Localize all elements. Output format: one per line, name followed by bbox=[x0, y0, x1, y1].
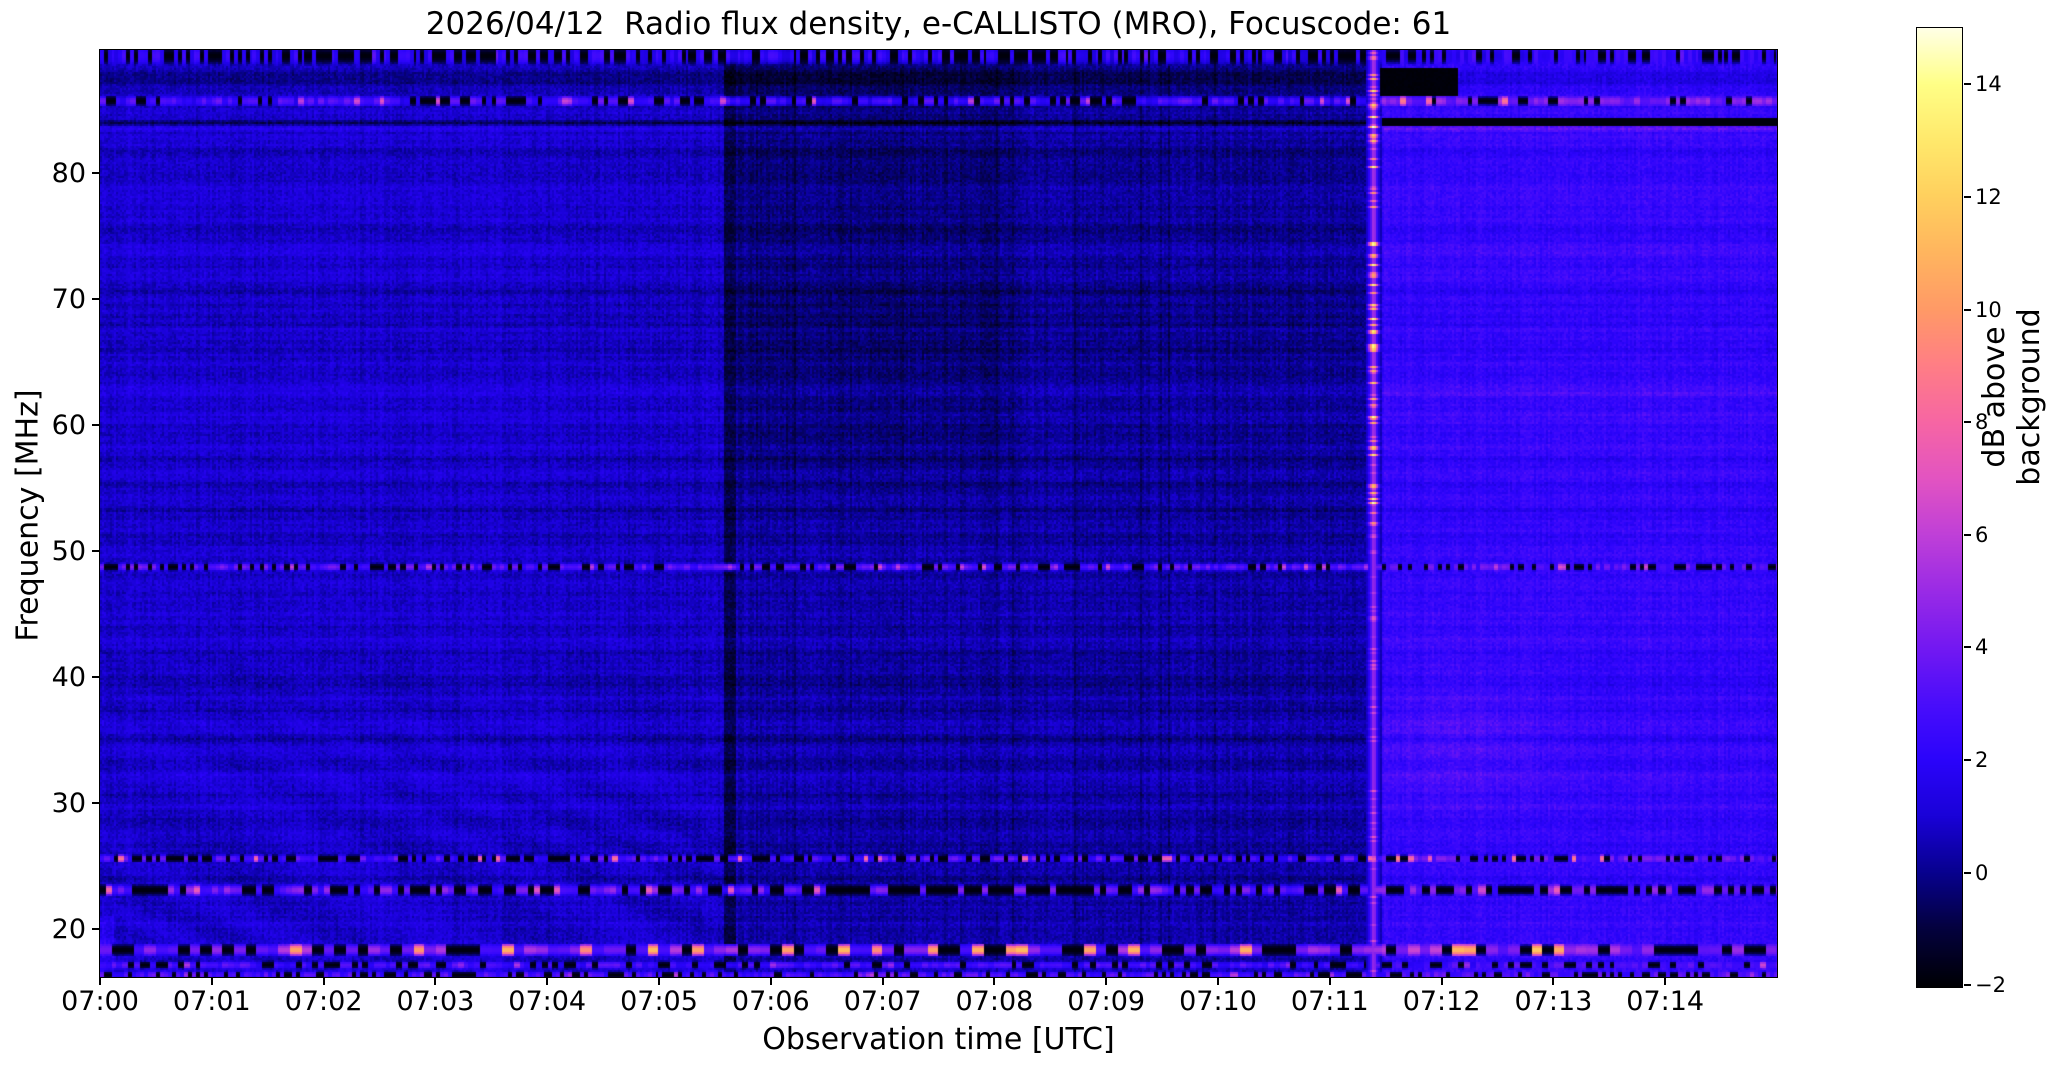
spectrogram-image bbox=[100, 50, 1777, 977]
spectrogram-figure: 2026/04/12 Radio flux density, e-CALLIST… bbox=[0, 0, 2047, 1067]
colorbar-tick-mark bbox=[1964, 83, 1971, 86]
y-tick-label: 30 bbox=[51, 788, 86, 820]
x-tick-label: 07:08 bbox=[955, 986, 1034, 1017]
x-tick-label: 07:01 bbox=[172, 986, 251, 1017]
y-tick-mark bbox=[92, 676, 99, 679]
colorbar-tick-mark bbox=[1964, 759, 1971, 762]
colorbar-tick-mark bbox=[1964, 984, 1971, 987]
x-tick-mark bbox=[434, 978, 437, 985]
y-axis-label: Frequency [MHz] bbox=[10, 389, 46, 642]
y-tick-label: 20 bbox=[51, 914, 86, 946]
x-tick-label: 07:12 bbox=[1402, 986, 1481, 1017]
y-tick-mark bbox=[92, 802, 99, 805]
colorbar-tick-label: 12 bbox=[1975, 184, 2002, 209]
y-tick-label: 40 bbox=[51, 662, 86, 694]
x-tick-label: 07:06 bbox=[731, 986, 810, 1017]
y-tick-label: 60 bbox=[51, 410, 86, 442]
y-tick-label: 80 bbox=[51, 158, 86, 190]
y-tick-mark bbox=[92, 298, 99, 301]
colorbar-tick-mark bbox=[1964, 646, 1971, 649]
y-tick-mark bbox=[92, 550, 99, 553]
y-tick-mark bbox=[92, 424, 99, 427]
x-tick-label: 07:05 bbox=[620, 986, 698, 1017]
colorbar-tick-label: −2 bbox=[1975, 973, 2006, 998]
x-tick-mark bbox=[769, 978, 772, 985]
y-tick-mark bbox=[92, 928, 99, 931]
x-tick-label: 07:02 bbox=[284, 986, 363, 1017]
x-tick-mark bbox=[99, 978, 101, 985]
plot-area bbox=[99, 49, 1778, 978]
x-tick-mark bbox=[322, 978, 325, 985]
x-tick-label: 07:11 bbox=[1290, 986, 1369, 1017]
colorbar-tick-mark bbox=[1964, 871, 1971, 874]
colorbar-label: dB above background bbox=[1977, 308, 2047, 486]
x-tick-mark bbox=[658, 978, 660, 985]
x-tick-label: 07:09 bbox=[1067, 986, 1146, 1017]
colorbar-tick-mark bbox=[1964, 421, 1971, 424]
x-tick-label: 07:03 bbox=[396, 986, 475, 1017]
colorbar bbox=[1916, 27, 1963, 988]
x-axis-label: Observation time [UTC] bbox=[762, 1022, 1115, 1057]
colorbar-tick-label: 14 bbox=[1975, 72, 2002, 97]
colorbar-gradient bbox=[1917, 28, 1962, 987]
x-tick-label: 07:07 bbox=[843, 986, 922, 1017]
x-tick-label: 07:14 bbox=[1626, 986, 1705, 1017]
colorbar-tick-label: 4 bbox=[1975, 635, 1989, 660]
x-tick-mark bbox=[993, 978, 996, 985]
x-tick-mark bbox=[881, 978, 884, 985]
x-tick-label: 07:00 bbox=[61, 986, 139, 1017]
colorbar-tick-mark bbox=[1964, 308, 1971, 311]
x-tick-mark bbox=[546, 978, 549, 985]
x-tick-label: 07:10 bbox=[1179, 986, 1257, 1017]
x-tick-label: 07:13 bbox=[1514, 986, 1593, 1017]
y-tick-label: 70 bbox=[51, 284, 86, 316]
x-tick-mark bbox=[1664, 978, 1667, 985]
x-tick-mark bbox=[1552, 978, 1555, 985]
colorbar-tick-label: 2 bbox=[1975, 748, 1989, 773]
x-tick-mark bbox=[1440, 978, 1443, 985]
x-tick-mark bbox=[1217, 978, 1219, 985]
x-tick-mark bbox=[210, 978, 213, 985]
chart-title: 2026/04/12 Radio flux density, e-CALLIST… bbox=[425, 6, 1452, 42]
x-tick-label: 07:04 bbox=[508, 986, 587, 1017]
x-tick-mark bbox=[1328, 978, 1331, 985]
colorbar-tick-label: 0 bbox=[1975, 860, 1989, 885]
colorbar-tick-mark bbox=[1964, 195, 1971, 198]
y-tick-label: 50 bbox=[51, 536, 86, 568]
y-tick-mark bbox=[92, 172, 99, 175]
x-tick-mark bbox=[1105, 978, 1108, 985]
colorbar-tick-mark bbox=[1964, 533, 1971, 536]
